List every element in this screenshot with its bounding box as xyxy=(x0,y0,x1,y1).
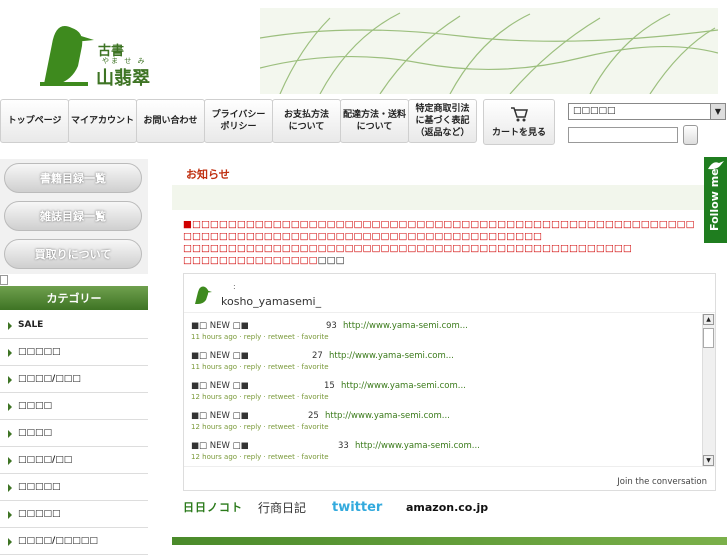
search-button[interactable] xyxy=(683,125,698,145)
follow-me-tab[interactable]: Follow me xyxy=(704,157,727,243)
sidebar-links: 書籍目録一覧 雑誌目録一覧 買取りについて xyxy=(0,159,148,274)
site-logo[interactable]: 古書 やま せ み 山翡翠 xyxy=(38,14,168,89)
nav-label: マイアカウント xyxy=(70,116,134,126)
nav-my-account[interactable]: マイアカウント xyxy=(68,99,137,143)
notice-banner-decoration xyxy=(172,185,727,210)
badge-twitter[interactable]: twitter xyxy=(332,495,394,519)
tweet-text: ■□ NEW □■ xyxy=(191,411,249,421)
follow-me-label: Follow me xyxy=(708,168,721,231)
tweet-text: ■□ NEW □■ xyxy=(191,441,249,451)
twitter-colon: : xyxy=(233,282,236,291)
tweet-item: ■□ NEW □■ 33 http://www.yama-semi.com...… xyxy=(191,438,701,468)
nav-label: プライバシー ポリシー xyxy=(211,110,266,132)
notice-header: お知らせ xyxy=(172,159,727,187)
twitter-widget: : kosho_yamasemi_ ■□ NEW □■ 93 http://ww… xyxy=(183,273,716,491)
nav-contact[interactable]: お問い合わせ xyxy=(136,99,205,143)
nav-label: お問い合わせ xyxy=(143,116,198,126)
notice-line: ■□□□□□□□□□□□□□□□□□□□□□□□□□□□□□□□□□□□□□□□… xyxy=(183,219,695,230)
tweet-link[interactable]: http://www.yama-semi.com... xyxy=(343,321,468,331)
tweet-link[interactable]: http://www.yama-semi.com... xyxy=(325,411,450,421)
badge-amazon[interactable]: amazon.co.jp xyxy=(406,495,488,519)
notice-line: □□□□□□□□□□□□□□□□□□□□□□□□□□□□□□□□□□□□□□□□ xyxy=(183,231,543,242)
tweet-meta[interactable]: 12 hours ago · reply · retweet · favorit… xyxy=(191,423,329,431)
chevron-down-icon: ▼ xyxy=(710,104,725,119)
forest-banner xyxy=(260,8,718,94)
cart-label: カートを見る xyxy=(491,128,546,138)
pill-purchase[interactable]: 買取りについて xyxy=(4,239,142,269)
tweet-item: ■□ NEW □■ 27 http://www.yama-semi.com...… xyxy=(191,348,701,378)
category-select[interactable]: □□□□□ ▼ xyxy=(568,103,726,120)
category-item[interactable]: □□□□/□□□ xyxy=(0,366,148,393)
scroll-thumb[interactable] xyxy=(703,328,714,348)
tweet-item: ■□ NEW □■ 25 http://www.yama-semi.com...… xyxy=(191,408,701,438)
category-item[interactable]: □□□□ xyxy=(0,393,148,420)
badge-travel-log[interactable]: 行商日記 xyxy=(258,495,322,519)
twitter-widget-footer: Join the conversation xyxy=(184,466,715,491)
tweet-number: 33 xyxy=(338,441,349,451)
tweet-link[interactable]: http://www.yama-semi.com... xyxy=(355,441,480,451)
select-value: □□□□□ xyxy=(573,106,616,116)
twitter-widget-header: : kosho_yamasemi_ xyxy=(184,274,715,313)
twitter-username[interactable]: kosho_yamasemi_ xyxy=(221,295,321,308)
category-item[interactable]: SALE xyxy=(0,312,148,339)
category-heading: カテゴリー xyxy=(0,286,148,310)
tweet-item: ■□ NEW □■ 15 http://www.yama-semi.com...… xyxy=(191,378,701,408)
scroll-up-icon[interactable]: ▲ xyxy=(703,314,714,325)
broken-image-icon xyxy=(0,275,8,285)
cart-button[interactable]: カートを見る xyxy=(483,99,555,145)
notice-title: お知らせ xyxy=(186,168,230,181)
category-item[interactable]: □□□□/□□□□□ xyxy=(0,528,148,555)
tweet-number: 27 xyxy=(312,351,323,361)
tweet-meta[interactable]: 11 hours ago · reply · retweet · favorit… xyxy=(191,363,329,371)
nav-payment[interactable]: お支払方法 について xyxy=(272,99,341,143)
pill-books[interactable]: 書籍目録一覧 xyxy=(4,163,142,193)
tweet-meta[interactable]: 11 hours ago · reply · retweet · favorit… xyxy=(191,333,329,341)
cart-icon xyxy=(511,107,528,122)
scroll-down-icon[interactable]: ▼ xyxy=(703,455,714,466)
notice-line: □□□□□□□□□□□□□□□ xyxy=(183,255,318,266)
category-item[interactable]: □□□□□ xyxy=(0,474,148,501)
notice-line: □□□□□□□□□□□□□□□□□□□□□□□□□□□□□□□□□□□□□□□□… xyxy=(183,243,632,254)
nav-label: 配達方法・送料 について xyxy=(342,110,406,132)
notice-tail: □□□ xyxy=(317,255,345,266)
nav-top-page[interactable]: トップページ xyxy=(0,99,69,143)
nav-label: トップページ xyxy=(7,116,62,126)
join-conversation-link[interactable]: Join the conversation xyxy=(617,477,707,487)
kingfisher-avatar-icon xyxy=(195,286,212,304)
nav-label: 特定商取引法 に基づく表記 （返品など） xyxy=(415,104,470,138)
tweet-meta[interactable]: 12 hours ago · reply · retweet · favorit… xyxy=(191,393,329,401)
tweet-number: 15 xyxy=(324,381,335,391)
logo-name: 山翡翠 xyxy=(96,68,150,89)
tweet-link[interactable]: http://www.yama-semi.com... xyxy=(341,381,466,391)
badge-diary[interactable]: 日日ノコト xyxy=(183,495,249,519)
category-item[interactable]: □□□□□ xyxy=(0,339,148,366)
nav-privacy[interactable]: プライバシー ポリシー xyxy=(204,99,273,143)
tweet-text: ■□ NEW □■ xyxy=(191,381,249,391)
category-item[interactable]: □□□□ xyxy=(0,420,148,447)
main-nav: トップページ マイアカウント お問い合わせ プライバシー ポリシー お支払方法 … xyxy=(0,99,478,145)
tweet-meta[interactable]: 12 hours ago · reply · retweet · favorit… xyxy=(191,453,329,461)
tweet-number: 25 xyxy=(308,411,319,421)
category-item[interactable]: □□□□□ xyxy=(0,501,148,528)
search-input[interactable] xyxy=(568,127,678,143)
footer-bar xyxy=(172,537,727,545)
notice-text: ■□□□□□□□□□□□□□□□□□□□□□□□□□□□□□□□□□□□□□□□… xyxy=(183,219,703,267)
forest-illustration xyxy=(260,12,718,94)
nav-shipping[interactable]: 配達方法・送料 について xyxy=(340,99,409,143)
twitter-scrollbar[interactable]: ▲ ▼ xyxy=(702,314,715,466)
nav-legal[interactable]: 特定商取引法 に基づく表記 （返品など） xyxy=(408,99,477,143)
pill-magazines[interactable]: 雑誌目録一覧 xyxy=(4,201,142,231)
tweet-text: ■□ NEW □■ xyxy=(191,321,249,331)
tweet-link[interactable]: http://www.yama-semi.com... xyxy=(329,351,454,361)
category-item[interactable]: □□□□/□□ xyxy=(0,447,148,474)
tweet-text: ■□ NEW □■ xyxy=(191,351,249,361)
nav-label: お支払方法 について xyxy=(283,110,329,132)
tweet-number: 93 xyxy=(326,321,337,331)
tweet-item: ■□ NEW □■ 93 http://www.yama-semi.com...… xyxy=(191,318,701,348)
